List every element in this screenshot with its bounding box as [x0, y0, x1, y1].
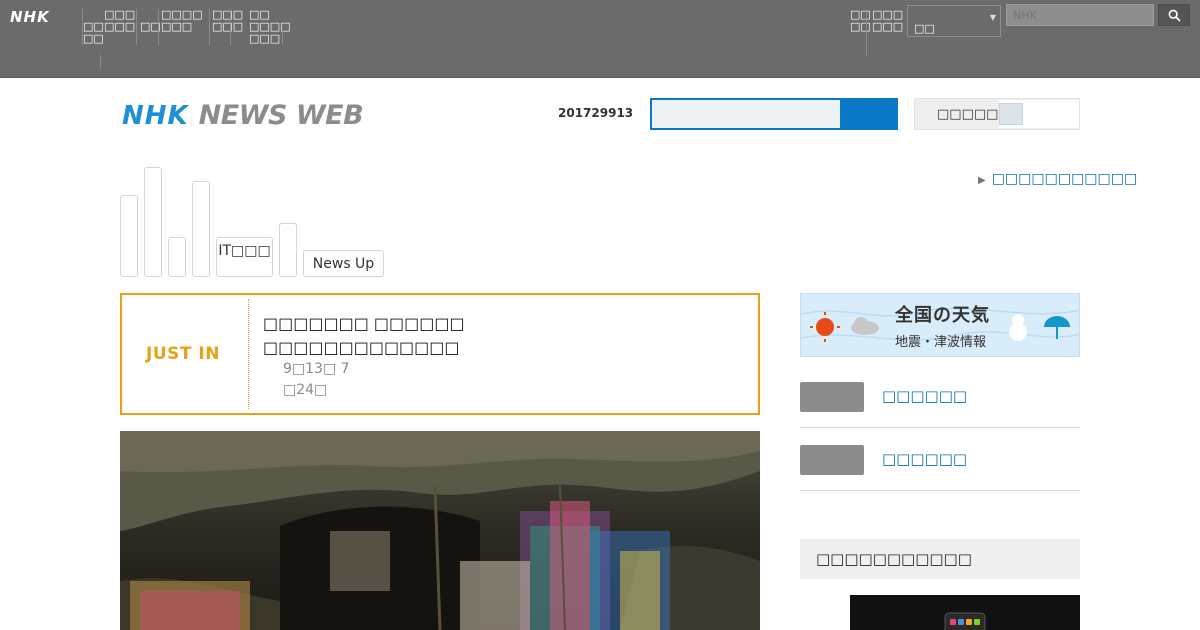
- display-toggle-label: □□□□□: [937, 107, 999, 122]
- nav-divider: [866, 9, 867, 57]
- main-article-photo[interactable]: [120, 431, 760, 630]
- sidebar-link-label[interactable]: □□□□□□: [882, 450, 967, 468]
- cave-photo-image: [120, 431, 760, 630]
- triangle-right-icon: ▶: [978, 175, 986, 186]
- category-tab-2[interactable]: [144, 167, 162, 277]
- search-icon: [1168, 9, 1181, 22]
- chevron-down-icon: ▼: [989, 13, 996, 22]
- nav-divider: [100, 55, 101, 69]
- weather-subtitle: 地震・津波情報: [895, 335, 987, 350]
- sidebar-link-thumbnail: [800, 445, 864, 475]
- sidebar-section-header: □□□□□□□□□□□: [800, 539, 1080, 579]
- region-select-value: □□: [914, 22, 935, 35]
- global-search-input[interactable]: [1006, 4, 1154, 26]
- global-nav-bar: NHK □□ □□ □□□ □□□ □□ □□□□ □□□ □□□ □□□ □□…: [0, 0, 1200, 78]
- toggle-knob[interactable]: [999, 103, 1023, 125]
- category-tab-1[interactable]: [120, 195, 138, 277]
- sidebar-link-2[interactable]: □□□□□□: [800, 428, 1080, 491]
- just-in-label: JUST IN: [146, 344, 220, 364]
- just-in-timestamp: 9□13□ 7 □24□: [283, 361, 350, 398]
- global-nav-item-6[interactable]: □□ □□□□ □□□: [246, 9, 294, 45]
- sidebar-link-label[interactable]: □□□□□□: [882, 387, 967, 405]
- region-select[interactable]: □□ ▼: [907, 5, 1001, 37]
- category-tab-it[interactable]: IT□□□: [216, 237, 273, 277]
- category-tab-4[interactable]: [192, 181, 210, 277]
- promo-link[interactable]: ▶ □□□□□□□□□□□: [978, 171, 1137, 187]
- just-in-headline[interactable]: □□□□□□□ □□□□□□ □□□□□□□□□□□□□: [263, 312, 465, 360]
- just-in-box: JUST IN □□□□□□□ □□□□□□ □□□□□□□□□□□□□ 9□1…: [120, 293, 760, 415]
- weather-banner[interactable]: 全国の天気 地震・津波情報: [800, 293, 1080, 357]
- just-in-divider: [248, 299, 249, 409]
- sidebar-video-thumbnail[interactable]: [850, 595, 1080, 630]
- category-tab-3[interactable]: [168, 237, 186, 277]
- sidebar-link-thumbnail: [800, 382, 864, 412]
- nhk-news-web-logo[interactable]: NHK NEWS WEB: [122, 100, 364, 131]
- nav-divider: [282, 31, 283, 45]
- current-date: 201729913: [558, 106, 634, 120]
- category-tab-6[interactable]: [279, 223, 297, 277]
- site-search-input[interactable]: [650, 98, 842, 130]
- weather-title: 全国の天気: [895, 305, 990, 326]
- nav-divider: [82, 9, 83, 45]
- global-nav-item-5[interactable]: □□□ □□□: [209, 9, 246, 33]
- phone-image: [944, 612, 986, 630]
- display-toggle[interactable]: □□□□□: [914, 98, 1080, 130]
- global-search-button[interactable]: [1158, 4, 1190, 26]
- global-nav-item-4[interactable]: □□□□ □□□: [158, 9, 206, 33]
- site-search-button[interactable]: [842, 98, 898, 130]
- category-tab-news-up[interactable]: News Up: [303, 250, 384, 277]
- promo-link-label: □□□□□□□□□□□: [991, 171, 1138, 187]
- global-nav-right-item-2[interactable]: □□□ □□□: [869, 9, 906, 33]
- sidebar-link-1[interactable]: □□□□□□: [800, 365, 1080, 428]
- nhk-global-logo[interactable]: NHK: [10, 8, 50, 26]
- sidebar-section-title: □□□□□□□□□□□: [816, 550, 972, 568]
- nav-divider: [230, 9, 231, 45]
- logo-newsweb-text: NEWS WEB: [198, 100, 364, 131]
- global-nav-item-2[interactable]: □□□ □□□: [101, 9, 138, 33]
- logo-nhk-text: NHK: [122, 101, 189, 131]
